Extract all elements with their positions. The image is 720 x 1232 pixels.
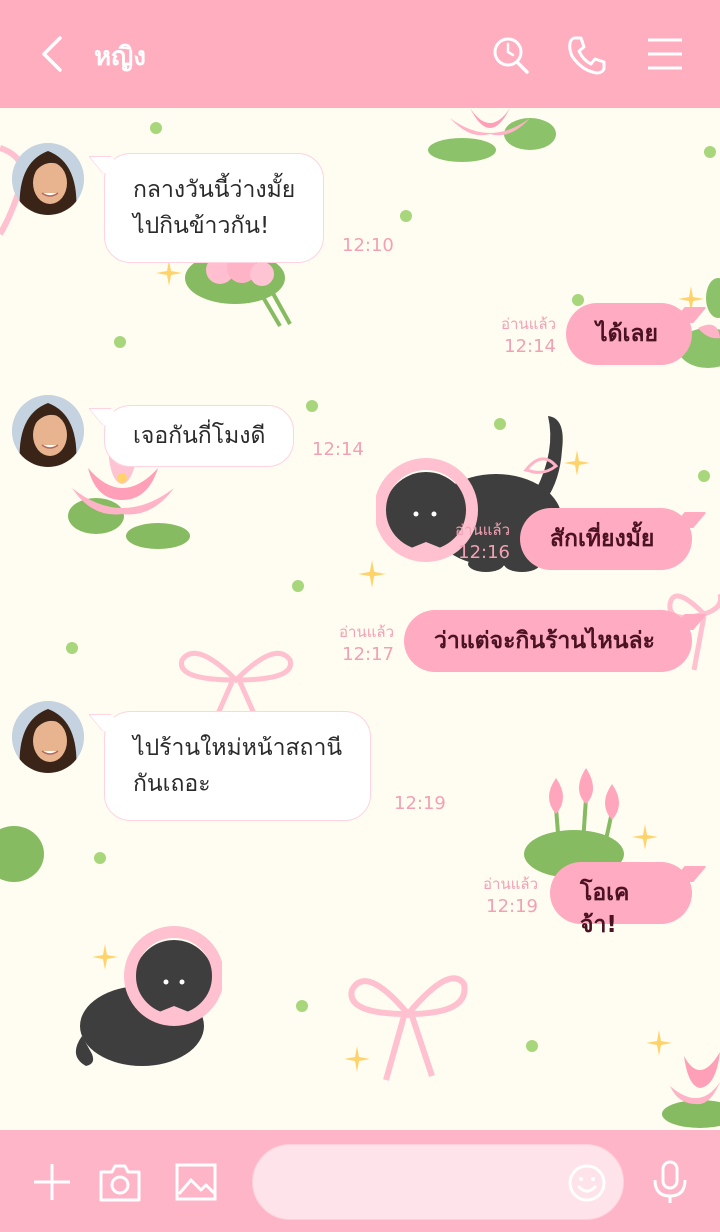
smiley-icon[interactable] xyxy=(567,1163,607,1203)
decor-dot xyxy=(296,1000,308,1012)
incoming-message-bubble[interactable]: ไปร้านใหม่หน้าสถานี กันเถอะ xyxy=(104,711,372,821)
message-line: ไปร้านใหม่หน้าสถานี xyxy=(133,735,343,761)
image-icon[interactable] xyxy=(174,1160,218,1204)
lotus-decoration xyxy=(428,108,556,162)
avatar[interactable] xyxy=(12,395,84,467)
sparkle-decoration xyxy=(632,824,658,850)
decor-dot xyxy=(292,580,304,592)
search-icon[interactable] xyxy=(490,32,530,76)
phone-icon[interactable] xyxy=(566,32,606,76)
avatar[interactable] xyxy=(12,143,84,215)
message-text: โอเคจ้า! xyxy=(580,880,630,938)
message-text: สักเที่ยงมั้ย xyxy=(550,526,655,552)
plus-icon[interactable] xyxy=(30,1160,74,1204)
decor-dot xyxy=(572,294,584,306)
microphone-icon[interactable] xyxy=(648,1160,692,1204)
decor-dot xyxy=(114,336,126,348)
message-line: เจอกันกี่โมงดี xyxy=(133,423,266,449)
message-time: 12:14 xyxy=(312,439,364,460)
hamburger-menu-icon[interactable] xyxy=(646,32,686,76)
decor-dot xyxy=(66,642,78,654)
message-time: 12:17 xyxy=(342,644,394,665)
message-text: ได้เลย xyxy=(596,321,658,347)
read-receipt: อ่านแล้ว xyxy=(455,521,510,539)
chat-header: หญิง xyxy=(0,0,720,108)
decor-dot xyxy=(698,470,710,482)
sparkle-decoration xyxy=(646,1030,672,1056)
message-line: กันเถอะ xyxy=(133,771,211,797)
message-line: กลางวันนี้ว่างมั้ย xyxy=(133,177,296,203)
decor-dot xyxy=(400,210,412,222)
sparkle-decoration xyxy=(564,450,590,476)
message-input[interactable] xyxy=(252,1144,624,1220)
message-time: 12:19 xyxy=(394,793,446,814)
composer-bar xyxy=(0,1130,720,1232)
contact-name[interactable]: หญิง xyxy=(94,36,146,77)
avatar[interactable] xyxy=(12,701,84,773)
sparkle-decoration xyxy=(344,1046,370,1072)
read-receipt: อ่านแล้ว xyxy=(483,875,538,893)
read-receipt: อ่านแล้ว xyxy=(501,315,556,333)
outgoing-message-bubble[interactable]: ได้เลย xyxy=(566,303,692,365)
message-text: ว่าแต่จะกินร้านไหนล่ะ xyxy=(434,628,655,654)
message-time: 12:19 xyxy=(486,896,538,917)
sparkle-decoration xyxy=(92,944,118,970)
chevron-left-icon[interactable] xyxy=(36,34,72,74)
decor-dot xyxy=(94,852,106,864)
message-time: 12:16 xyxy=(458,542,510,563)
message-time: 12:14 xyxy=(504,336,556,357)
message-time: 12:10 xyxy=(342,235,394,256)
outgoing-message-bubble[interactable]: โอเคจ้า! xyxy=(550,862,692,938)
decor-dot xyxy=(150,122,162,134)
incoming-message-bubble[interactable]: เจอกันกี่โมงดี xyxy=(104,405,295,467)
chat-area[interactable]: กลางวันนี้ว่างมั้ย ไปกินข้าวกัน! 12:10 อ… xyxy=(0,108,720,1130)
camera-icon[interactable] xyxy=(98,1160,142,1204)
sparkle-decoration xyxy=(358,560,386,588)
outgoing-message-bubble[interactable]: ว่าแต่จะกินร้านไหนล่ะ xyxy=(404,610,692,672)
decor-dot xyxy=(306,400,318,412)
outgoing-message-bubble[interactable]: สักเที่ยงมั้ย xyxy=(520,508,692,570)
incoming-message-bubble[interactable]: กลางวันนี้ว่างมั้ย ไปกินข้าวกัน! xyxy=(104,153,325,263)
decor-dot xyxy=(526,1040,538,1052)
leaf-decoration xyxy=(0,826,44,882)
ribbon-decoration xyxy=(178,650,294,720)
sparkle-decoration xyxy=(156,260,182,286)
decor-dot xyxy=(704,146,716,158)
read-receipt: อ่านแล้ว xyxy=(339,623,394,641)
message-line: ไปกินข้าวกัน! xyxy=(133,213,270,239)
